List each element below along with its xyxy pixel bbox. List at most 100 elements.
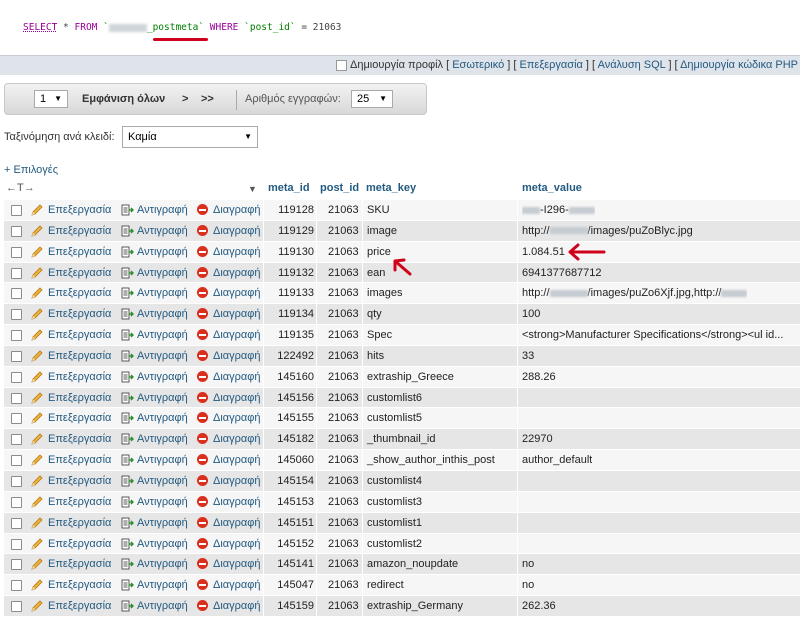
post-id-cell[interactable]: 21063 bbox=[328, 517, 359, 529]
sort-triangle-icon[interactable]: ▼ bbox=[248, 184, 257, 194]
delete-icon[interactable] bbox=[197, 266, 208, 278]
pencil-icon[interactable] bbox=[30, 245, 44, 262]
copy-icon[interactable] bbox=[121, 474, 135, 491]
meta-key-cell[interactable]: customlist5 bbox=[367, 412, 422, 424]
copy-link[interactable]: Αντιγραφή bbox=[137, 579, 188, 591]
meta-value-cell[interactable]: 262.36 bbox=[522, 600, 556, 612]
row-checkbox[interactable] bbox=[11, 601, 22, 613]
pencil-icon[interactable] bbox=[30, 349, 44, 366]
copy-link[interactable]: Αντιγραφή bbox=[137, 433, 188, 445]
meta-value-cell[interactable]: http:///images/puZo6Xjf.jpg,http:// bbox=[522, 287, 748, 299]
column-header-post-id[interactable]: post_id bbox=[320, 182, 359, 194]
sort-by-key-select[interactable]: Καμία ▼ bbox=[122, 126, 258, 148]
sql-select-keyword[interactable]: SELECT bbox=[23, 22, 57, 33]
delete-icon[interactable] bbox=[197, 579, 208, 591]
post-id-cell[interactable]: 21063 bbox=[328, 454, 359, 466]
post-id-cell[interactable]: 21063 bbox=[328, 350, 359, 362]
inline-edit-link[interactable]: Εσωτερικό bbox=[452, 59, 504, 71]
edit-link[interactable]: Επεξεργασία bbox=[48, 454, 111, 466]
copy-link[interactable]: Αντιγραφή bbox=[137, 371, 188, 383]
row-checkbox[interactable] bbox=[11, 246, 22, 258]
meta-key-cell[interactable]: extraship_Germany bbox=[367, 600, 463, 612]
row-checkbox[interactable] bbox=[11, 330, 22, 342]
post-id-cell[interactable]: 21063 bbox=[328, 246, 359, 258]
delete-icon[interactable] bbox=[197, 454, 208, 466]
copy-link[interactable]: Αντιγραφή bbox=[137, 558, 188, 570]
edit-link[interactable]: Επεξεργασία bbox=[48, 433, 111, 445]
edit-link[interactable]: Επεξεργασία bbox=[48, 225, 111, 237]
edit-query-link[interactable]: Επεξεργασία bbox=[520, 59, 583, 71]
meta-value-cell[interactable]: <strong>Manufacturer Specifications</str… bbox=[522, 329, 783, 341]
table-row[interactable]: Επεξεργασία Αντιγραφή Διαγραφή 119134 21063 q… bbox=[4, 304, 800, 326]
meta-id-cell[interactable]: 119129 bbox=[278, 225, 314, 237]
table-row[interactable]: Επεξεργασία Αντιγραφή Διαγραφή 119129 21063 i… bbox=[4, 220, 800, 242]
meta-key-cell[interactable]: image bbox=[367, 225, 397, 237]
post-id-cell[interactable]: 21063 bbox=[328, 308, 359, 320]
edit-link[interactable]: Επεξεργασία bbox=[48, 350, 111, 362]
meta-value-cell[interactable]: 22970 bbox=[522, 433, 553, 445]
meta-key-cell[interactable]: qty bbox=[367, 308, 382, 320]
table-row[interactable]: Επεξεργασία Αντιγραφή Διαγραφή 145155 21063 c… bbox=[4, 408, 800, 430]
pencil-icon[interactable] bbox=[30, 307, 44, 324]
meta-value-cell[interactable]: 100 bbox=[522, 308, 540, 320]
post-id-cell[interactable]: 21063 bbox=[328, 392, 359, 404]
meta-key-cell[interactable]: _show_author_inthis_post bbox=[367, 454, 495, 466]
table-row[interactable]: Επεξεργασία Αντιγραφή Διαγραφή 145047 21063 r… bbox=[4, 575, 800, 597]
delete-icon[interactable] bbox=[197, 391, 208, 403]
meta-key-cell[interactable]: Spec bbox=[367, 329, 392, 341]
delete-link[interactable]: Διαγραφή bbox=[213, 308, 261, 320]
delete-icon[interactable] bbox=[197, 537, 208, 549]
pencil-icon[interactable] bbox=[30, 411, 44, 428]
copy-link[interactable]: Αντιγραφή bbox=[137, 267, 188, 279]
meta-id-cell[interactable]: 119134 bbox=[278, 308, 314, 320]
meta-value-cell[interactable]: 288.26 bbox=[522, 371, 556, 383]
meta-id-cell[interactable]: 145151 bbox=[277, 517, 314, 529]
post-id-cell[interactable]: 21063 bbox=[328, 496, 359, 508]
delete-icon[interactable] bbox=[197, 287, 208, 299]
row-checkbox[interactable] bbox=[11, 350, 22, 362]
meta-id-cell[interactable]: 145159 bbox=[277, 600, 314, 612]
post-id-cell[interactable]: 21063 bbox=[328, 433, 359, 445]
meta-value-cell[interactable]: 1.084.51 bbox=[522, 246, 565, 258]
pencil-icon[interactable] bbox=[30, 495, 44, 512]
delete-link[interactable]: Διαγραφή bbox=[213, 558, 261, 570]
meta-key-cell[interactable]: hits bbox=[367, 350, 384, 362]
row-checkbox[interactable] bbox=[11, 580, 22, 592]
copy-icon[interactable] bbox=[121, 495, 135, 512]
delete-link[interactable]: Διαγραφή bbox=[213, 392, 261, 404]
post-id-cell[interactable]: 21063 bbox=[328, 225, 359, 237]
delete-link[interactable]: Διαγραφή bbox=[213, 329, 261, 341]
edit-link[interactable]: Επεξεργασία bbox=[48, 308, 111, 320]
show-all-button[interactable]: Εμφάνιση όλων bbox=[82, 93, 165, 105]
copy-link[interactable]: Αντιγραφή bbox=[137, 308, 188, 320]
explain-sql-link[interactable]: Ανάλυση SQL bbox=[598, 59, 666, 71]
delete-icon[interactable] bbox=[197, 245, 208, 257]
delete-link[interactable]: Διαγραφή bbox=[213, 475, 261, 487]
copy-link[interactable]: Αντιγραφή bbox=[137, 454, 188, 466]
meta-id-cell[interactable]: 145152 bbox=[277, 538, 314, 550]
row-checkbox[interactable] bbox=[11, 225, 22, 237]
copy-link[interactable]: Αντιγραφή bbox=[137, 225, 188, 237]
delete-icon[interactable] bbox=[197, 474, 208, 486]
meta-id-cell[interactable]: 145060 bbox=[277, 454, 314, 466]
table-row[interactable]: Επεξεργασία Αντιγραφή Διαγραφή 145151 21063 c… bbox=[4, 512, 800, 534]
pencil-icon[interactable] bbox=[30, 203, 44, 220]
edit-link[interactable]: Επεξεργασία bbox=[48, 371, 111, 383]
copy-link[interactable]: Αντιγραφή bbox=[137, 204, 188, 216]
meta-id-cell[interactable]: 119132 bbox=[278, 267, 314, 279]
meta-id-cell[interactable]: 145160 bbox=[277, 371, 314, 383]
options-toggle[interactable]: + Επιλογές bbox=[4, 164, 58, 176]
pencil-icon[interactable] bbox=[30, 224, 44, 241]
row-checkbox[interactable] bbox=[11, 455, 22, 467]
meta-key-cell[interactable]: extraship_Greece bbox=[367, 371, 454, 383]
copy-icon[interactable] bbox=[121, 557, 135, 574]
copy-icon[interactable] bbox=[121, 286, 135, 303]
edit-link[interactable]: Επεξεργασία bbox=[48, 475, 111, 487]
meta-key-cell[interactable]: redirect bbox=[367, 579, 404, 591]
meta-key-cell[interactable]: amazon_noupdate bbox=[367, 558, 458, 570]
copy-icon[interactable] bbox=[121, 266, 135, 283]
delete-icon[interactable] bbox=[197, 412, 208, 424]
copy-icon[interactable] bbox=[121, 391, 135, 408]
meta-id-cell[interactable]: 122492 bbox=[277, 350, 314, 362]
copy-link[interactable]: Αντιγραφή bbox=[137, 392, 188, 404]
